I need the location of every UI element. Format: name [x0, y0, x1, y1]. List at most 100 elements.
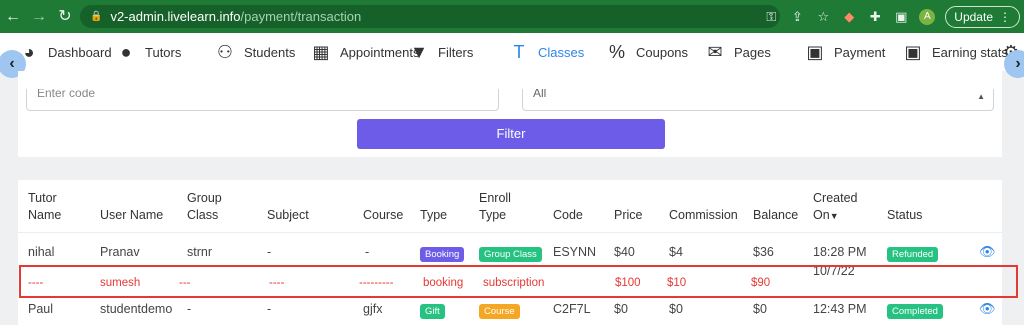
cell-group-class: strnr	[187, 245, 212, 259]
avatar[interactable]: A	[919, 8, 936, 25]
header-subject: Subject	[267, 208, 309, 222]
cell-subject: -	[267, 245, 272, 259]
chevron-down-icon: ▲▼	[977, 92, 985, 101]
nav-dashboard[interactable]: ◕ Dashboard	[18, 33, 112, 71]
top-nav: ◕ Dashboard ● Tutors ⚇ Students ▦ Appoin…	[0, 33, 1024, 71]
status-badge: Refunded	[887, 247, 939, 262]
enroll-type-badge: Course	[479, 304, 520, 319]
header-group-class: Group Class	[187, 190, 222, 224]
cell-user: Pranav	[100, 245, 140, 259]
cell-price: $40	[614, 245, 635, 259]
cell-balance: $0	[753, 302, 767, 316]
header-type: Type	[420, 208, 448, 222]
header-status: Status	[887, 208, 923, 222]
header-line: Name	[28, 208, 62, 222]
scroll-right-button[interactable]: ›	[1004, 50, 1024, 78]
eye-icon[interactable]: 👁	[979, 301, 996, 317]
type-badge: Booking	[420, 247, 465, 262]
row-divider	[18, 232, 1002, 233]
extension-orange-icon[interactable]: ◆	[841, 9, 857, 25]
sidepanel-icon[interactable]: ▣	[893, 9, 909, 25]
text-icon: T	[513, 41, 525, 62]
hl-enroll-type: subscription	[483, 277, 545, 289]
cell-course: gjfx	[363, 302, 383, 316]
eye-icon[interactable]: 👁	[979, 244, 996, 260]
address-bar[interactable]: 🔒 v2-admin.livelearn.info/payment/transa…	[80, 5, 780, 28]
hl-price: $100	[615, 277, 641, 289]
star-icon[interactable]: ☆	[815, 9, 831, 25]
nav-filters[interactable]: ▼ Filters	[408, 33, 473, 71]
cell-commission: $0	[669, 302, 683, 316]
cell-user: studentdemo	[100, 302, 173, 316]
share-icon[interactable]: ⇪	[789, 9, 805, 25]
enroll-type-badge: Group Class	[479, 247, 542, 262]
more-icon: ⋮	[999, 9, 1011, 24]
hl-course: ---------	[359, 277, 394, 289]
reload-icon[interactable]: ↻	[52, 0, 78, 33]
code-input[interactable]: Enter code	[26, 89, 499, 111]
type-badge: Gift	[420, 304, 445, 319]
money-icon: ▣	[806, 41, 824, 62]
nav-tutors[interactable]: ● Tutors	[115, 33, 182, 71]
nav-label: Dashboard	[48, 44, 112, 60]
header-line: Class	[187, 208, 219, 222]
nav-label: Coupons	[636, 44, 689, 60]
chevron-left-icon: ‹	[9, 55, 15, 72]
cell-group-class: -	[187, 302, 192, 316]
header-line: Type	[479, 208, 507, 222]
nav-pages[interactable]: ✉ Pages	[704, 33, 771, 71]
header-line: Created	[813, 191, 858, 205]
percent-icon: %	[608, 41, 625, 62]
cell-price: $0	[614, 302, 628, 316]
hl-commission: $10	[667, 277, 687, 289]
header-line: Enroll	[479, 191, 511, 205]
url-path: /payment/transaction	[240, 9, 362, 24]
header-code: Code	[553, 208, 583, 222]
header-tutor-name: Tutor Name	[28, 190, 61, 224]
puzzle-icon[interactable]: ✚	[867, 9, 883, 25]
hl-tutor: ----	[28, 277, 44, 289]
key-icon[interactable]: ⚿	[763, 9, 779, 25]
nav-label: Earning stats	[932, 44, 1008, 60]
back-icon[interactable]: ←	[0, 0, 26, 33]
nav-label: Pages	[734, 44, 771, 60]
cell-code: ESYNN	[553, 245, 597, 259]
header-line-text: On	[813, 208, 830, 222]
nav-students[interactable]: ⚇ Students	[214, 33, 295, 71]
transactions-table: Tutor Name User Name Group Class Subject…	[18, 180, 1018, 325]
header-course: Course	[363, 208, 404, 222]
nav-label: Tutors	[145, 44, 182, 60]
code-placeholder: Enter code	[37, 89, 96, 100]
nav-coupons[interactable]: % Coupons	[606, 33, 688, 71]
update-label: Update	[954, 9, 993, 24]
cell-tutor: Paul	[28, 302, 54, 316]
cell-created-time: 12:43 PM	[813, 302, 867, 316]
money-icon: ▣	[904, 41, 922, 62]
update-button[interactable]: Update ⋮	[945, 5, 1020, 28]
hl-user: sumesh	[100, 277, 141, 289]
nav-payment[interactable]: ▣ Payment	[804, 33, 885, 71]
nav-label: Classes	[538, 44, 585, 60]
header-balance: Balance	[753, 208, 799, 222]
nav-appointments[interactable]: ▦ Appointments	[310, 33, 419, 71]
cell-course: -	[365, 245, 370, 259]
header-price: Price	[614, 208, 643, 222]
header-created-on[interactable]: Created On▼	[813, 190, 857, 225]
filter-button[interactable]: Filter	[357, 119, 665, 149]
hl-subject: ----	[269, 277, 285, 289]
user-icon: ●	[120, 41, 132, 62]
nav-classes[interactable]: T Classes	[508, 33, 585, 71]
cell-balance: $36	[753, 245, 774, 259]
users-icon: ⚇	[216, 41, 234, 62]
nav-earning-stats[interactable]: ▣ Earning stats	[902, 33, 1008, 71]
forward-icon[interactable]: →	[26, 0, 52, 33]
nav-label: Students	[244, 44, 296, 60]
hl-balance: $90	[751, 277, 771, 289]
cell-subject: -	[267, 302, 272, 316]
cell-tutor: nihal	[28, 245, 55, 259]
select-value: All	[533, 89, 547, 100]
lock-icon: 🔒	[90, 11, 103, 22]
header-commission: Commission	[669, 208, 738, 222]
hl-group-class: ---	[179, 277, 191, 289]
status-select[interactable]: All ▲▼	[522, 89, 994, 111]
